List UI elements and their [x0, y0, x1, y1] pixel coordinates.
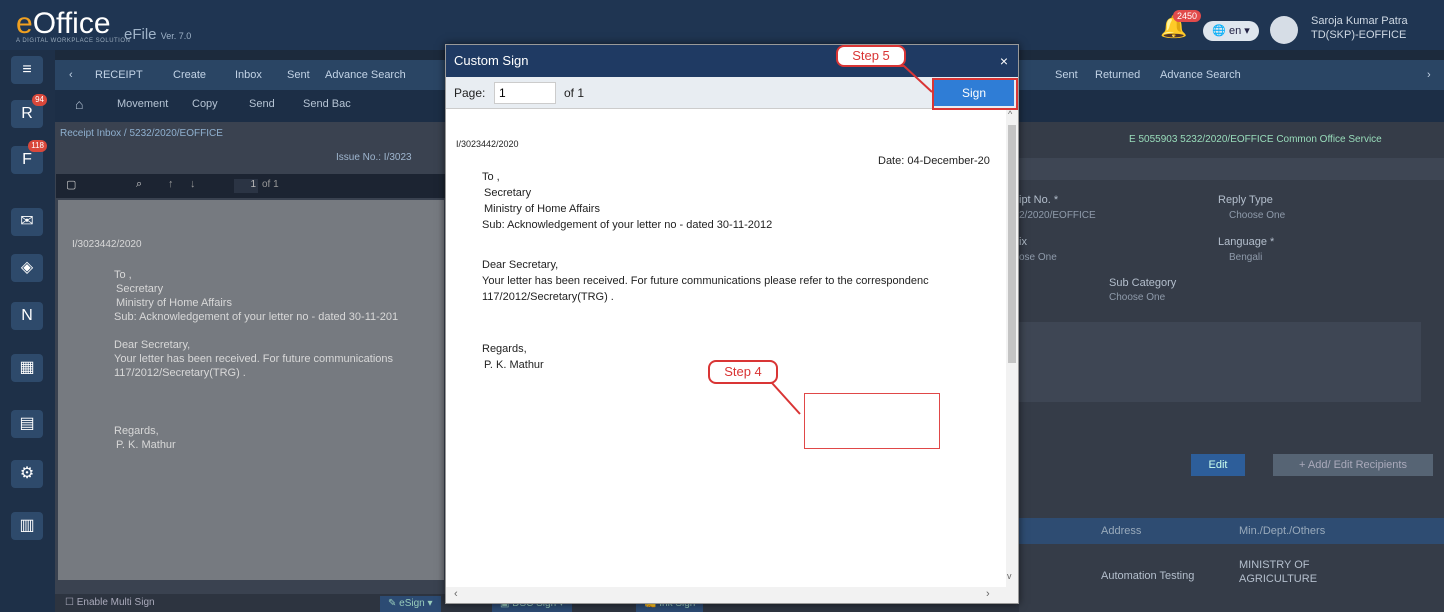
step5-arrow — [890, 65, 933, 93]
callout-arrows — [760, 65, 933, 415]
step4-arrow — [760, 382, 801, 415]
